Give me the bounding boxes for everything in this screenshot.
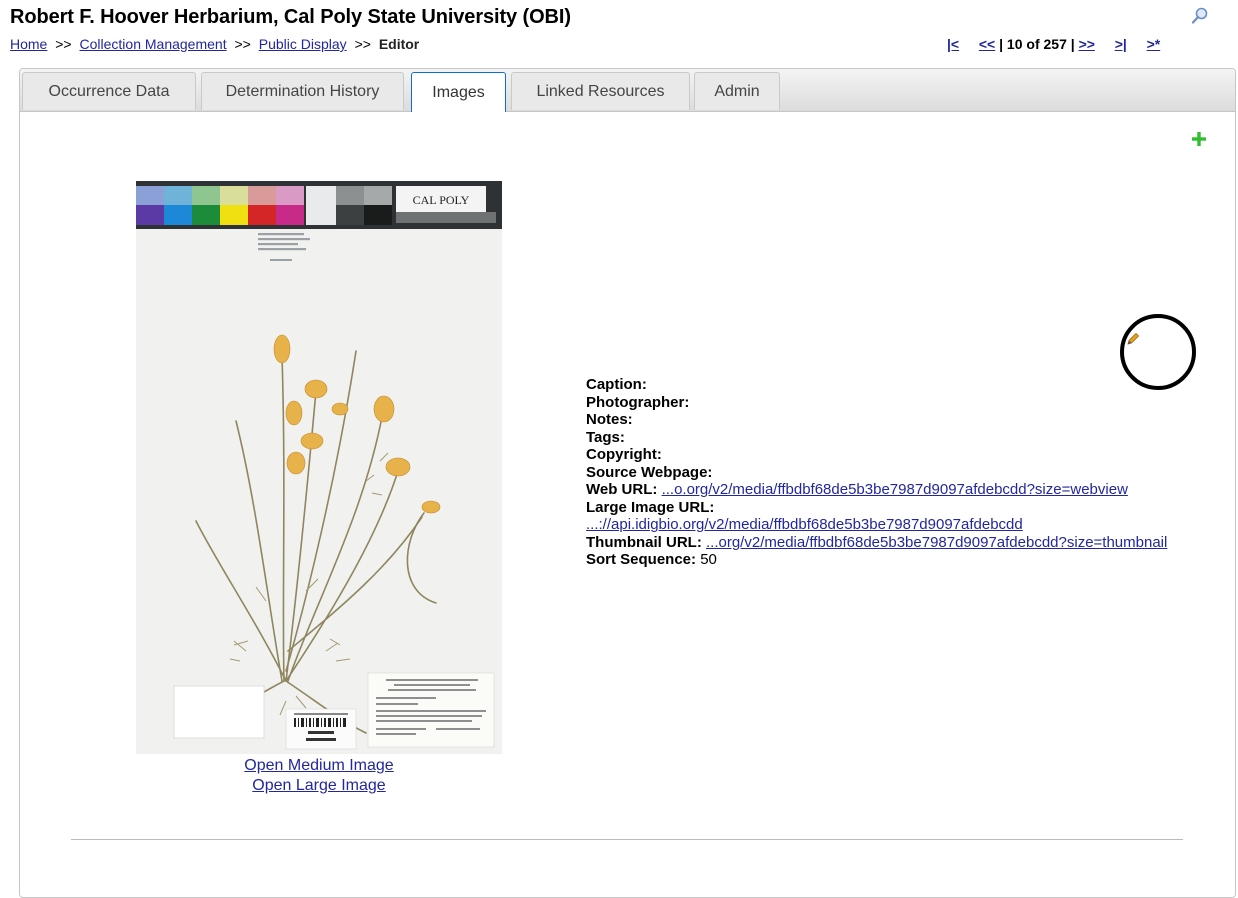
source-webpage-row: Source Webpage: (586, 464, 1176, 482)
tab-occurrence-data[interactable]: Occurrence Data (22, 72, 196, 110)
copyright-label: Copyright: (586, 446, 662, 463)
plus-icon[interactable] (1191, 131, 1207, 147)
breadcrumb-public-display-link[interactable]: Public Display (259, 36, 347, 52)
section-divider (71, 839, 1183, 840)
caption-row: Caption: (586, 376, 1176, 394)
breadcrumb-separator: >> (55, 36, 72, 52)
editor-panel: Occurrence Data Determination History Im… (19, 68, 1236, 898)
barcode-label (285, 708, 357, 750)
sort-sequence-label: Sort Sequence: (586, 551, 697, 568)
breadcrumb-collection-management-link[interactable]: Collection Management (80, 36, 227, 52)
tab-linked-resources[interactable]: Linked Resources (511, 72, 690, 110)
breadcrumb: Home >> Collection Management >> Public … (10, 36, 419, 52)
specimen-label (367, 672, 495, 748)
pager-previous-link[interactable]: << (979, 36, 995, 52)
breadcrumb-home-link[interactable]: Home (10, 36, 47, 52)
tab-admin[interactable]: Admin (694, 72, 780, 110)
image-metadata: Caption: Photographer: Notes: Tags: Copy… (586, 376, 1176, 569)
caption-label: Caption: (586, 376, 647, 393)
tab-determination-history[interactable]: Determination History (201, 72, 404, 110)
thumbnail-url-link[interactable]: ...org/v2/media/ffbdbf68de5b3be7987d9097… (706, 534, 1167, 551)
brand-label: CAL POLY (413, 193, 470, 207)
breadcrumb-separator: >> (234, 36, 251, 52)
pager-next-link[interactable]: >> (1079, 36, 1095, 52)
pager-last-link[interactable]: >| (1115, 36, 1127, 52)
open-medium-image-link[interactable]: Open Medium Image (136, 757, 502, 775)
source-webpage-label: Source Webpage: (586, 463, 713, 481)
large-image-url-link[interactable]: ...://api.idigbio.org/v2/media/ffbdbf68d… (586, 516, 1023, 533)
breadcrumb-separator: >> (354, 36, 371, 52)
page-title: Robert F. Hoover Herbarium, Cal Poly Sta… (10, 6, 571, 28)
tab-bar: Occurrence Data Determination History Im… (20, 69, 1235, 112)
web-url-label: Web URL: (586, 481, 658, 498)
tab-images[interactable]: Images (411, 72, 506, 112)
pager-first-link[interactable]: |< (947, 36, 959, 52)
notes-row: Notes: (586, 411, 1176, 429)
tags-label: Tags: (586, 428, 625, 446)
pager-position: | 10 of 257 | (999, 36, 1075, 52)
photographer-row: Photographer: (586, 394, 1176, 412)
large-image-url-label: Large Image URL: (586, 498, 715, 516)
thumbnail-url-label: Thumbnail URL: (586, 533, 702, 551)
specimen-image[interactable]: CAL POLY (136, 181, 502, 754)
sort-sequence-value: 50 (700, 551, 717, 568)
pager-new-record-link[interactable]: >* (1147, 36, 1161, 52)
tags-row: Tags: (586, 429, 1176, 447)
notes-label: Notes: (586, 411, 633, 428)
open-large-image-link[interactable]: Open Large Image (136, 777, 502, 795)
thumbnail-url-row: Thumbnail URL: ...org/v2/media/ffbdbf68d… (586, 534, 1176, 552)
sort-sequence-row: Sort Sequence: 50 (586, 551, 1176, 569)
breadcrumb-current: Editor (378, 36, 420, 52)
web-url-link[interactable]: ...o.org/v2/media/ffbdbf68de5b3be7987d90… (662, 481, 1128, 498)
copyright-row: Copyright: (586, 446, 1176, 464)
color-calibration-card (136, 186, 392, 225)
photographer-label: Photographer: (586, 393, 690, 411)
large-image-url-row: Large Image URL: ...://api.idigbio.org/v2… (586, 499, 1176, 534)
record-pager: |< << | 10 of 257 | >> >| >* (947, 36, 1160, 52)
web-url-row: Web URL: ...o.org/v2/media/ffbdbf68de5b3… (586, 481, 1176, 499)
search-icon[interactable] (1191, 7, 1209, 25)
